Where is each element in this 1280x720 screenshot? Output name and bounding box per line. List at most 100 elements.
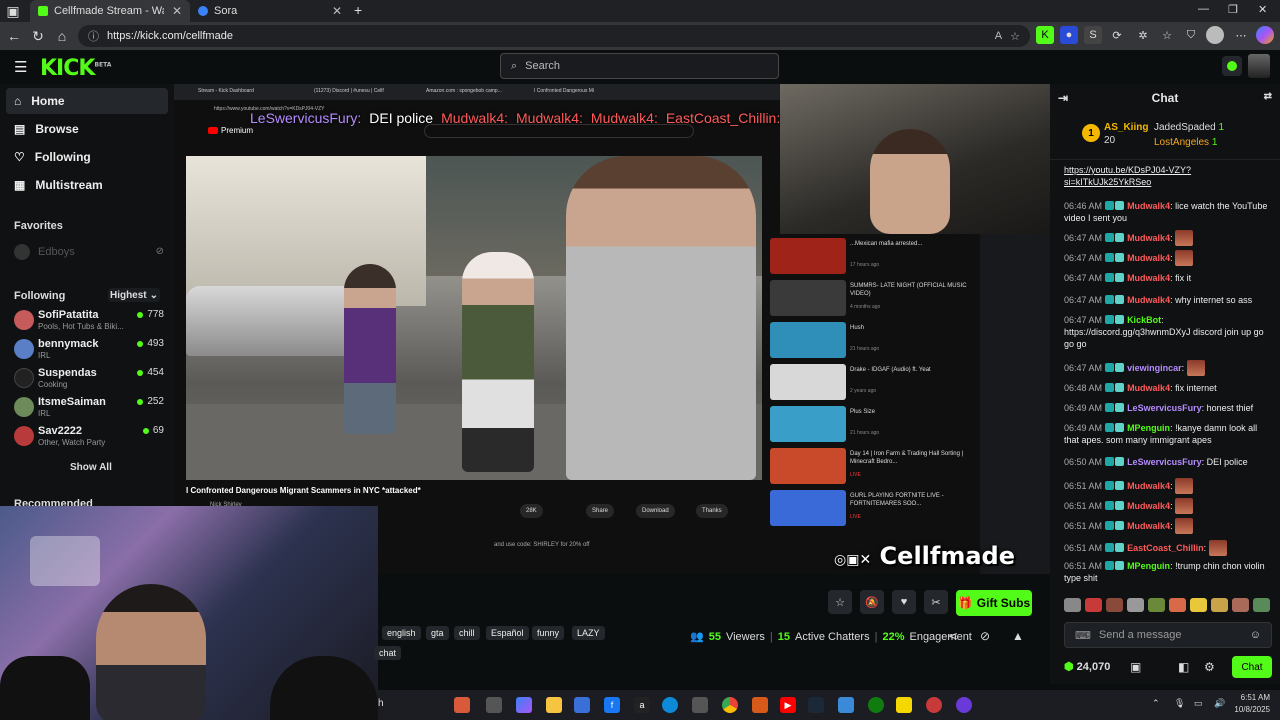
tag[interactable]: chat (374, 646, 402, 660)
s-extension-icon[interactable]: S (1084, 26, 1102, 44)
maximize-button[interactable]: ❐ (1228, 3, 1238, 16)
share-icon[interactable]: ⋖ (948, 629, 958, 643)
xbox-icon[interactable] (868, 697, 884, 713)
browser-tab[interactable]: Sora ✕ (190, 0, 350, 22)
window-menu-icon[interactable]: ▣ (4, 0, 22, 22)
app-icon[interactable] (838, 697, 854, 713)
top-gifter-name[interactable]: AS_Kiing (1104, 122, 1148, 133)
emote-icon[interactable] (1148, 598, 1165, 612)
emoji-icon[interactable]: ☺ (1250, 629, 1261, 641)
store-icon[interactable] (574, 697, 590, 713)
close-tab-icon[interactable]: ✕ (172, 4, 182, 18)
favorite-channel[interactable]: Edboys ⊘ (14, 242, 164, 268)
copilot-icon[interactable] (516, 697, 532, 713)
refresh-extension-icon[interactable]: ⟳ (1108, 26, 1126, 44)
new-tab-button[interactable]: + (354, 2, 362, 18)
message-username[interactable]: Mudwalk4 (1127, 253, 1170, 263)
emote-icon[interactable] (1064, 598, 1081, 612)
tag[interactable]: funny (532, 626, 565, 640)
emote-icon[interactable] (1232, 598, 1249, 612)
facebook-icon[interactable]: f (604, 697, 620, 713)
hamburger-menu-icon[interactable]: ☰ (14, 58, 27, 76)
stream-player[interactable]: Stream - Kick Dashboard (11273) Discord … (174, 84, 1050, 574)
following-channel[interactable]: Suspendas Cooking 454 (14, 366, 164, 392)
extensions-icon[interactable]: ✲ (1134, 26, 1152, 44)
close-tab-icon[interactable]: ✕ (332, 4, 342, 18)
message-username[interactable]: Mudwalk4 (1127, 201, 1170, 211)
show-all-link[interactable]: Show All (70, 462, 112, 473)
report-icon[interactable]: ▲ (1012, 629, 1024, 643)
url-field[interactable]: ⓘ https://kick.com/cellfmade A ☆ (78, 25, 1030, 47)
tag[interactable]: gta (426, 626, 449, 640)
settings-gear-icon[interactable]: ⚙ (1204, 660, 1215, 674)
read-aloud-icon[interactable]: A (995, 30, 1002, 42)
send-chat-button[interactable]: Chat (1232, 656, 1272, 678)
message-username[interactable]: LeSwervicusFury (1127, 457, 1202, 467)
reload-icon[interactable]: ↻ (26, 24, 50, 48)
tag[interactable]: Español (486, 626, 529, 640)
youtube-icon[interactable]: ▶ (780, 697, 796, 713)
message-username[interactable]: Mudwalk4 (1127, 273, 1170, 283)
favorites-icon[interactable]: ☆ (1158, 26, 1176, 44)
points-display[interactable]: ⬢ 24,070 (1064, 660, 1110, 673)
clock-date[interactable]: 10/8/2025 (1224, 705, 1270, 714)
taskbar-search[interactable]: h (378, 698, 384, 709)
message-username[interactable]: Mudwalk4 (1127, 233, 1170, 243)
close-window-button[interactable]: ✕ (1258, 3, 1267, 16)
gift-subs-button[interactable]: 🎁 Gift Subs (956, 590, 1032, 616)
tag[interactable]: chill (454, 626, 480, 640)
taskbar-app-icon[interactable] (454, 697, 470, 713)
browser-tab-active[interactable]: Cellfmade Stream - Watch Li ✕ (30, 0, 190, 22)
emote-icon[interactable] (1127, 598, 1144, 612)
message-username[interactable]: Mudwalk4 (1127, 295, 1170, 305)
following-channel[interactable]: bennymack IRL 493 (14, 337, 164, 363)
chat-settings-icon[interactable]: ⇄ (1264, 91, 1272, 102)
copilot-icon[interactable] (1256, 26, 1274, 44)
profile-avatar[interactable] (1206, 26, 1224, 44)
vlc-icon[interactable] (752, 697, 768, 713)
heart-icon[interactable]: ♥ (892, 590, 916, 614)
mute-notifications-icon[interactable]: 🔕 (860, 590, 884, 614)
following-channel[interactable]: ItsmeSaiman IRL 252 (14, 395, 164, 421)
back-icon[interactable]: ← (2, 24, 26, 48)
sort-dropdown[interactable]: Highest ⌄ (108, 288, 160, 302)
emote-icon[interactable] (1211, 598, 1228, 612)
kick-logo[interactable]: KICKBETA (40, 56, 111, 81)
search-input[interactable]: ⌕ Search (500, 53, 779, 79)
chat-message-input[interactable]: ⌨ Send a message ☺ (1064, 622, 1272, 648)
message-link[interactable]: https://youtu.be/KDsPJ04-VZY?si=kITkUJk2… (1064, 165, 1191, 187)
steam-icon[interactable] (808, 697, 824, 713)
sidebar-item-multistream[interactable]: ▦ Multistream (6, 172, 168, 198)
gifter-entry[interactable]: LostAngeles 1 (1154, 137, 1217, 148)
edge-icon[interactable] (662, 697, 678, 713)
file-explorer-icon[interactable] (546, 697, 562, 713)
tag[interactable]: english (382, 626, 421, 640)
kick-points-icon[interactable] (1222, 56, 1242, 76)
emote-icon[interactable] (1085, 598, 1102, 612)
app-icon[interactable] (926, 697, 942, 713)
sidebar-item-browse[interactable]: ▤ Browse (6, 116, 168, 142)
message-username[interactable]: Mudwalk4 (1127, 383, 1170, 393)
calculator-icon[interactable] (692, 697, 708, 713)
notes-icon[interactable] (896, 697, 912, 713)
minimize-button[interactable]: — (1198, 3, 1209, 15)
clock-time[interactable]: 6:51 AM (1232, 693, 1270, 702)
network-icon[interactable]: ▭ (1194, 698, 1203, 709)
message-username[interactable]: Mudwalk4 (1127, 501, 1170, 511)
gift-icon[interactable]: ▣ (1130, 660, 1141, 674)
predictions-icon[interactable]: ◧ (1178, 660, 1189, 674)
user-avatar[interactable] (1248, 54, 1270, 78)
message-username[interactable]: EastCoast_Chillin (1127, 543, 1204, 553)
message-username[interactable]: Mudwalk4 (1127, 481, 1170, 491)
task-view-icon[interactable] (486, 697, 502, 713)
clip-icon[interactable]: ✂ (924, 590, 948, 614)
favorite-star-icon[interactable]: ☆ (1010, 30, 1020, 43)
mic-icon[interactable]: 🎙 (1174, 698, 1185, 709)
message-username[interactable]: viewingincar (1127, 363, 1182, 373)
extension-icon[interactable]: ● (1060, 26, 1078, 44)
following-channel[interactable]: Sav2222 Other, Watch Party 69 (14, 424, 164, 450)
emote-icon[interactable] (1190, 598, 1207, 612)
sidebar-item-home[interactable]: ⌂ Home (6, 88, 168, 114)
message-username[interactable]: KickBot (1127, 315, 1161, 325)
message-username[interactable]: MPenguin (1127, 423, 1170, 433)
